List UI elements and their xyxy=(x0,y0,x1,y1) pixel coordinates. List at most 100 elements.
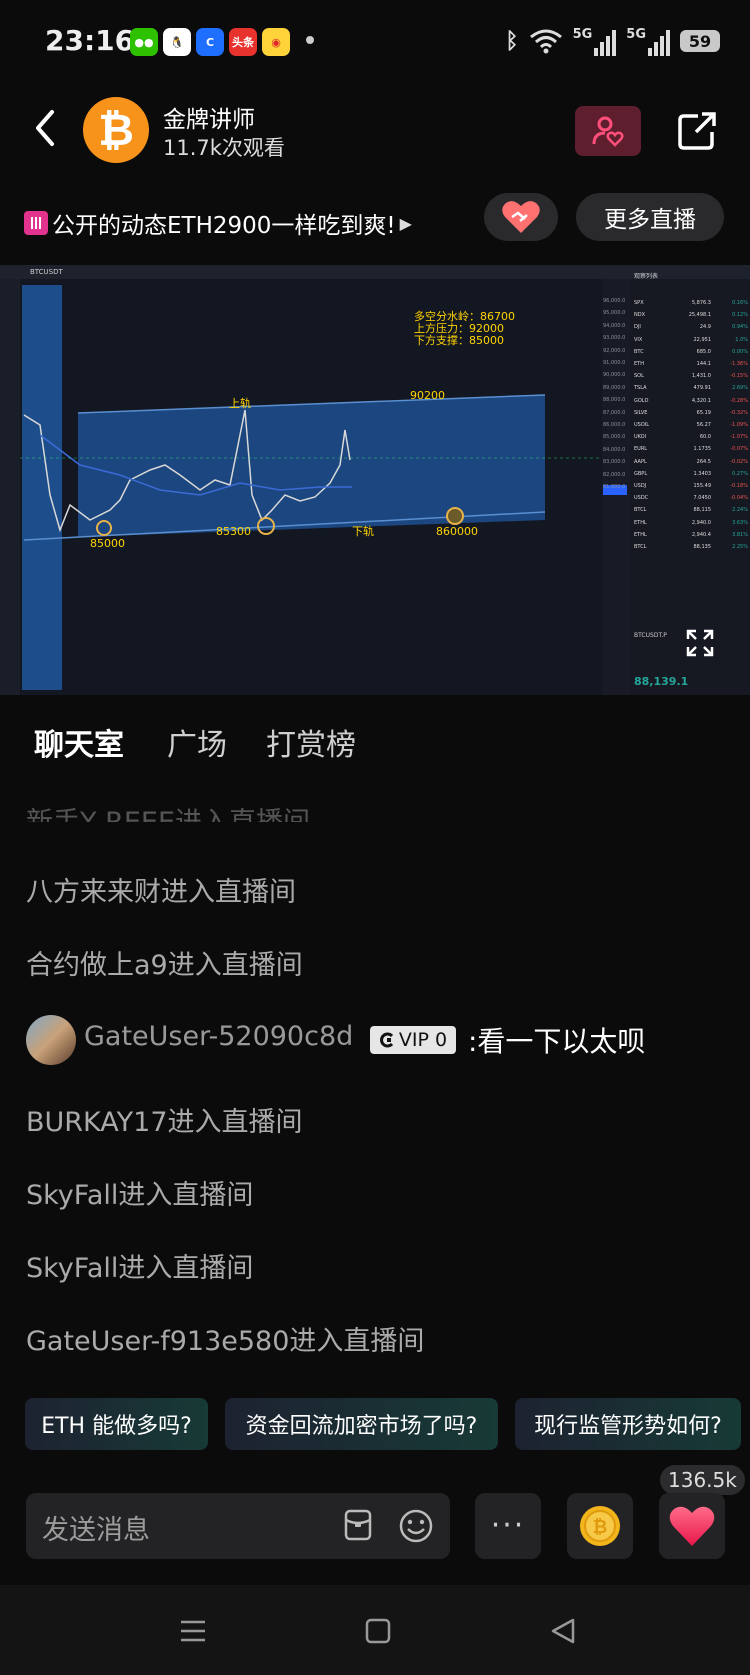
chat-system-line: SkyFall进入直播间 xyxy=(26,1180,254,1211)
watchlist-row: ETH 144.1 -1.36% xyxy=(634,358,748,370)
watchlist-value: 479.91 xyxy=(693,385,712,392)
watchlist-value: 1.3403 xyxy=(693,470,712,477)
watchlist-symbol: NDX xyxy=(634,312,646,319)
watchlist-value: 88,135 xyxy=(693,544,712,551)
price-axis-tick: 94,000.0 xyxy=(603,322,626,329)
level-90200: 90200 xyxy=(410,389,445,402)
play-triangle-icon: ▶ xyxy=(399,213,412,233)
chat-username[interactable]: GateUser-52090c8d xyxy=(84,1021,353,1052)
watchlist-value: 1,431.0 xyxy=(691,373,711,380)
watchlist-symbol: UKOI xyxy=(634,434,647,441)
watchlist-symbol: BTC xyxy=(634,348,644,355)
watchlist-change: 0.12% xyxy=(732,312,748,319)
watchlist-change: 2.24% xyxy=(732,507,748,514)
price-axis-tick: 88,000.0 xyxy=(603,397,626,404)
signal-5g-icon: 5G xyxy=(573,27,617,56)
bluetooth-icon: ᛒ xyxy=(505,28,519,54)
share-icon[interactable] xyxy=(676,110,718,152)
watchlist-symbol: SILVE xyxy=(634,409,648,416)
follow-user-icon xyxy=(592,116,624,147)
watchlist-value: 22,951 xyxy=(693,336,712,343)
watchlist-row: GOLD 4,320.1 -0.28% xyxy=(634,395,748,407)
watchlist-change: -0.15% xyxy=(730,373,748,380)
gift-coin-button[interactable]: ₿ xyxy=(567,1493,633,1559)
topic-text: 公开的动态ETH2900一样吃到爽! xyxy=(52,213,396,239)
wechat-icon: ●● xyxy=(130,28,158,56)
live-video-player[interactable]: BTCUSDT 多空分水岭：86700 上方压力：92000 下方支撑：8500… xyxy=(0,265,750,695)
watchlist-title: 观察列表 xyxy=(634,273,659,280)
chart-annotation: 多空分水岭：86700 上方压力：92000 下方支撑：85000 xyxy=(414,310,515,347)
tab-square[interactable]: 广场 xyxy=(167,720,227,764)
watchlist-value: 24.9 xyxy=(699,324,711,331)
price-axis-tick: 89,000.0 xyxy=(603,384,626,391)
chat-system-line: GateUser-f913e580进入直播间 xyxy=(26,1326,425,1357)
back-arrow-icon[interactable] xyxy=(30,108,60,148)
chat-user-avatar[interactable] xyxy=(26,1015,76,1065)
host-name[interactable]: 金牌讲师 xyxy=(163,100,255,134)
watchlist-change: -0.07% xyxy=(730,446,748,453)
more-options-button[interactable]: ··· xyxy=(475,1493,541,1559)
price-axis-tick: 81,000.0 xyxy=(603,484,626,491)
watchlist-value: 7.0450 xyxy=(693,495,712,502)
watchlist-row: SILVE 65.19 -0.32% xyxy=(634,407,748,419)
chart-symbol: BTCUSDT xyxy=(30,268,63,276)
handshake-heart-button[interactable] xyxy=(484,193,558,241)
watchlist-value: 155.49 xyxy=(693,483,712,490)
watchlist-symbol: ETHL xyxy=(634,531,647,538)
fullscreen-icon[interactable] xyxy=(684,627,716,659)
level-85000: 85000 xyxy=(90,537,125,550)
watchlist-symbol: BTCL xyxy=(634,544,647,551)
watchlist-row: USOIL 56.27 -1.09% xyxy=(634,419,748,431)
red-packet-icon[interactable] xyxy=(343,1508,373,1542)
ellipsis-icon: ··· xyxy=(490,1508,526,1543)
browser-icon: C xyxy=(196,28,224,56)
watchlist-value: 2,940.0 xyxy=(691,519,711,526)
watchlist-change: 3.63% xyxy=(732,519,748,526)
watchlist-row: USDC 7.0450 -0.04% xyxy=(634,492,748,504)
watchlist-row: SPX 5,876.3 0.16% xyxy=(634,297,748,309)
watchlist-symbol: DJI xyxy=(634,324,641,331)
more-notifications-dot xyxy=(306,36,314,44)
detail-price: 88,139.1 xyxy=(634,675,689,688)
like-button[interactable] xyxy=(659,1493,725,1559)
watchlist-row: BTCL 88,135 2.25% xyxy=(634,541,748,553)
home-square-icon[interactable] xyxy=(364,1617,392,1645)
suggestion-chip-eth-long[interactable]: ETH 能做多吗? xyxy=(25,1398,208,1450)
status-time: 23:16 xyxy=(45,24,135,57)
watchlist-value: 4,320.1 xyxy=(691,397,711,404)
watchlist-row: AAPL 264.5 -0.02% xyxy=(634,456,748,468)
more-live-button[interactable]: 更多直播 xyxy=(576,193,724,241)
watchlist-value: 685.0 xyxy=(696,348,711,355)
qq-icon: 🐧 xyxy=(163,28,191,56)
signal-5g-icon-2: 5G xyxy=(626,27,670,56)
chat-system-line: BURKAY17进入直播间 xyxy=(26,1107,303,1138)
price-axis-tick: 84,000.0 xyxy=(603,446,626,453)
tab-tip-ranking[interactable]: 打赏榜 xyxy=(266,720,356,764)
chat-message-text: :看一下以太呗 xyxy=(468,1025,646,1058)
watchlist-change: -1.36% xyxy=(730,361,748,368)
live-topic[interactable]: 公开的动态ETH2900一样吃到爽! ▶ xyxy=(24,206,412,240)
suggestion-chip-regulation[interactable]: 现行监管形势如何? xyxy=(515,1398,741,1450)
suggestion-chip-capital-return[interactable]: 资金回流加密市场了吗? xyxy=(225,1398,498,1450)
watchlist-value: 264.5 xyxy=(696,458,711,465)
watchlist-symbol: EURL xyxy=(634,446,648,453)
price-axis-tick: 90,000.0 xyxy=(603,372,626,379)
watchlist-change: -0.28% xyxy=(730,397,748,404)
watchlist-change: 3.81% xyxy=(732,531,748,538)
live-bars-icon xyxy=(24,211,48,235)
menu-icon[interactable] xyxy=(180,1619,206,1643)
likes-count: 136.5k xyxy=(660,1465,745,1495)
watchlist-row: VIX 22,951 1.0% xyxy=(634,334,748,346)
emoji-icon[interactable] xyxy=(398,1508,434,1544)
back-triangle-icon[interactable] xyxy=(549,1617,577,1645)
follow-button[interactable] xyxy=(575,106,641,156)
tab-chatroom[interactable]: 聊天室 xyxy=(34,720,124,764)
watchlist-change: -0.04% xyxy=(730,495,748,502)
watchlist-value: 144.1 xyxy=(696,361,711,368)
host-avatar[interactable]: ₿ xyxy=(83,97,149,163)
watchlist-row: GBPL 1.3403 0.27% xyxy=(634,468,748,480)
watchlist-symbol: GOLD xyxy=(634,397,649,404)
watchlist-symbol: VIX xyxy=(634,336,643,343)
watchlist-change: 0.16% xyxy=(732,300,748,306)
heart-handshake-icon xyxy=(502,201,540,233)
